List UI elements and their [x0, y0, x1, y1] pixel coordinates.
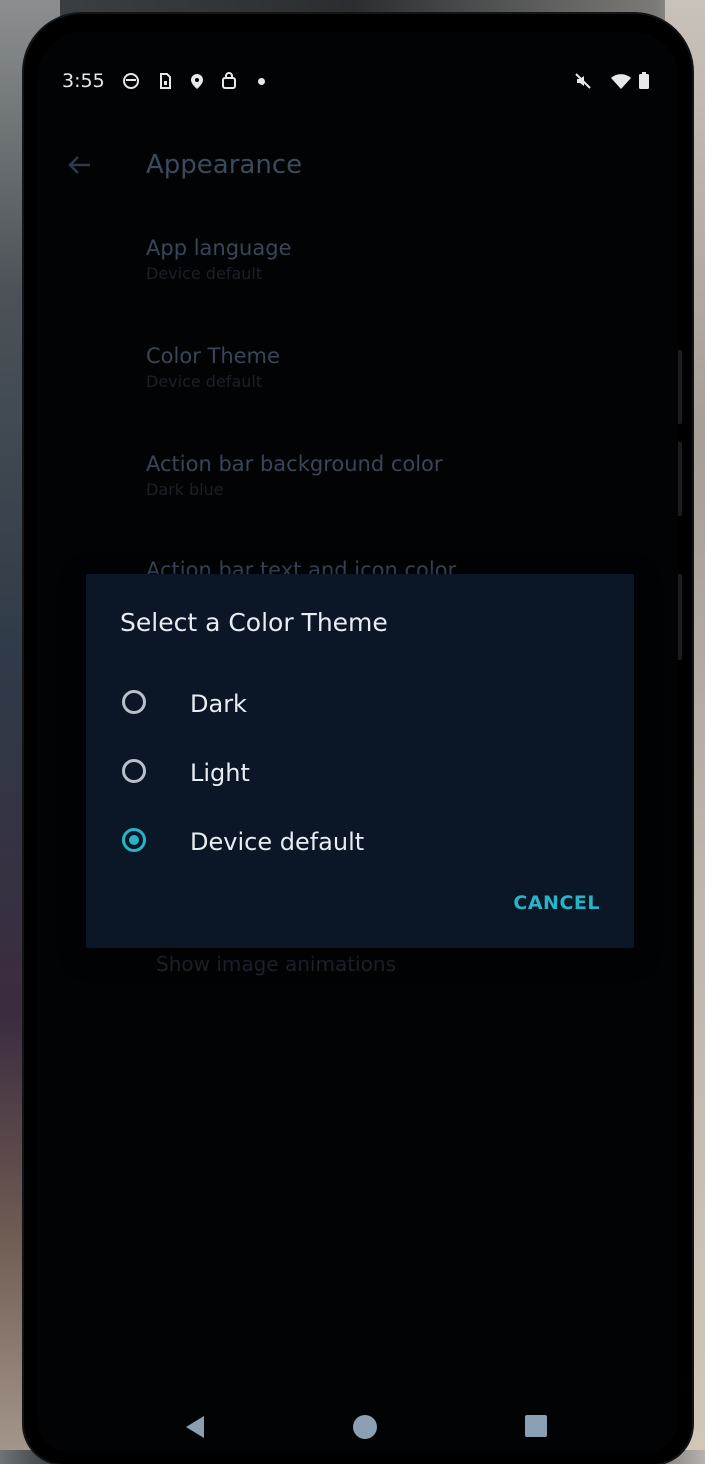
notification-dot-icon: [258, 78, 265, 85]
screen: 3:55 Appearance App language Device defa…: [38, 32, 678, 1452]
sim-icon: [160, 73, 171, 89]
pref-summary: Device default: [146, 372, 263, 391]
option-dark[interactable]: Dark: [120, 678, 600, 736]
option-light[interactable]: Light: [120, 747, 600, 805]
status-time: 3:55: [62, 70, 105, 92]
option-label: Device default: [190, 828, 365, 856]
wifi-icon: [611, 74, 631, 89]
phone-frame: 3:55 Appearance App language Device defa…: [24, 14, 692, 1464]
location-icon: [191, 74, 203, 89]
battery-icon: [639, 72, 649, 89]
page-title: Appearance: [146, 150, 303, 180]
pref-title: App language: [146, 236, 292, 260]
circle-notification-icon: [123, 73, 139, 89]
shopping-bag-icon: [222, 72, 236, 89]
color-theme-dialog: Select a Color Theme Dark Light Device d…: [86, 574, 634, 948]
nav-recents-icon[interactable]: [524, 1414, 548, 1438]
radio-checked-icon[interactable]: [122, 828, 146, 852]
status-bar: 3:55: [38, 32, 678, 96]
option-device-default[interactable]: Device default: [120, 816, 600, 874]
pref-action-bar-background[interactable]: Action bar background color Dark blue: [146, 452, 626, 499]
pref-show-image-animations[interactable]: Show image animations: [156, 952, 396, 976]
pref-color-theme[interactable]: Color Theme Device default: [146, 344, 626, 391]
back-arrow-icon[interactable]: [66, 152, 92, 178]
navigation-bar: [38, 1402, 678, 1452]
option-label: Dark: [190, 690, 247, 718]
app-toolbar: Appearance: [38, 128, 678, 204]
nav-home-icon[interactable]: [352, 1414, 378, 1440]
cancel-button[interactable]: CANCEL: [513, 892, 600, 914]
pref-title: Action bar background color: [146, 452, 443, 476]
pref-title: Color Theme: [146, 344, 280, 368]
radio-unchecked-icon[interactable]: [122, 759, 146, 783]
pref-summary: Device default: [146, 264, 263, 283]
mute-icon: [575, 73, 591, 89]
pref-summary: Dark blue: [146, 480, 224, 499]
radio-unchecked-icon[interactable]: [122, 690, 146, 714]
dialog-title: Select a Color Theme: [120, 608, 388, 637]
option-label: Light: [190, 759, 250, 787]
nav-back-icon[interactable]: [182, 1414, 208, 1440]
pref-app-language[interactable]: App language Device default: [146, 236, 626, 283]
